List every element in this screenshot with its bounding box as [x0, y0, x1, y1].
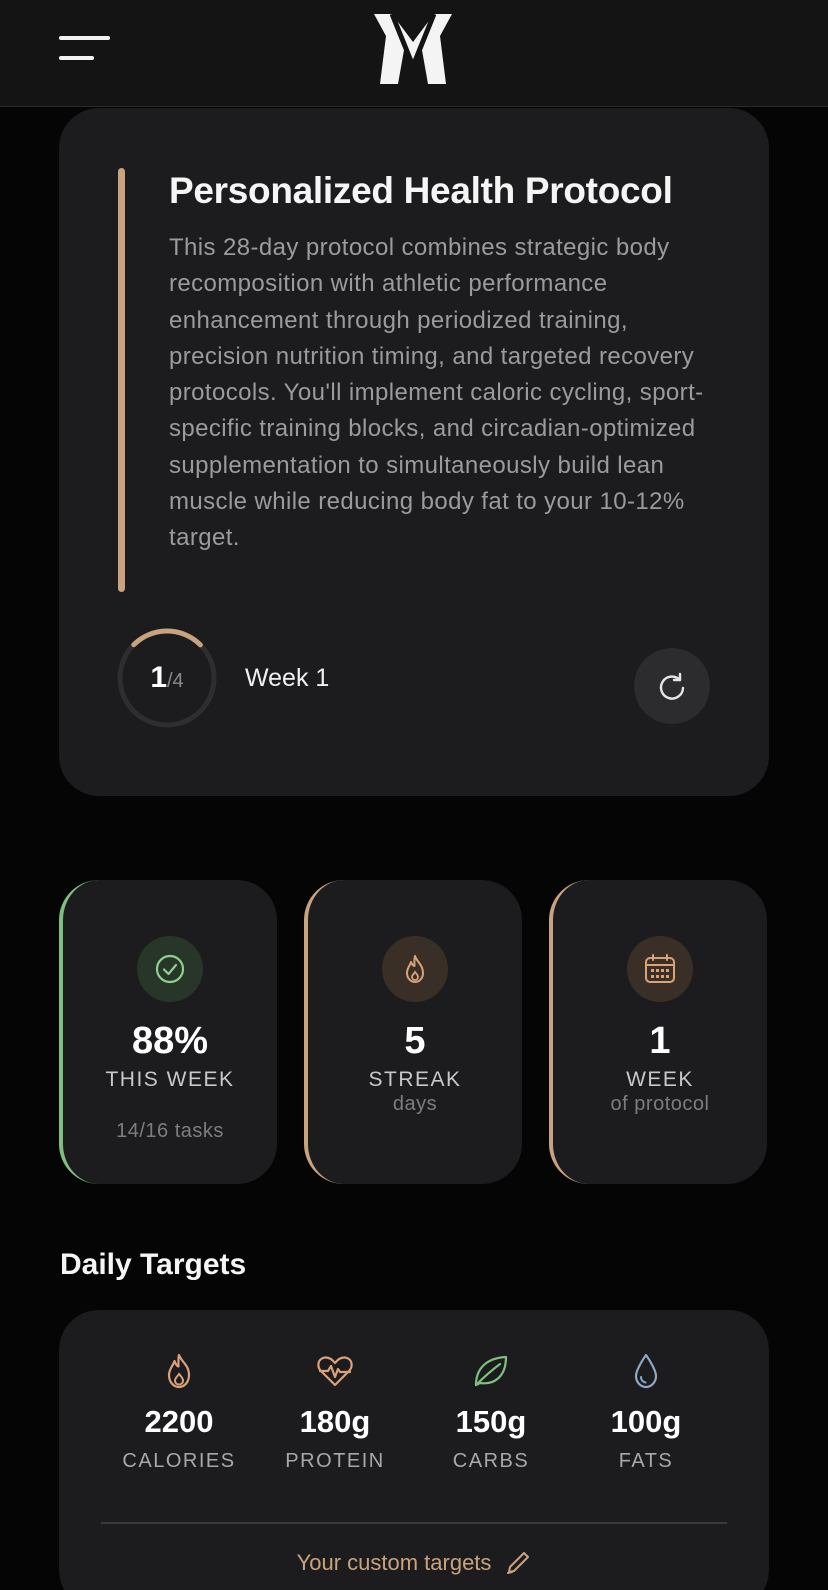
- top-bar: [0, 0, 828, 107]
- leaf-icon: [474, 1355, 508, 1387]
- stat-card-week[interactable]: 1 WEEK of protocol: [549, 880, 767, 1184]
- stat-sub: 14/16 tasks: [116, 1120, 224, 1142]
- daily-targets-card: 2200 CALORIES 180g PROTEIN 150g CARBS 10…: [59, 1310, 769, 1590]
- custom-targets-label: Your custom targets: [296, 1550, 492, 1575]
- week-label: Week 1: [245, 664, 330, 692]
- target-protein: 180g PROTEIN: [260, 1350, 410, 1473]
- brand-logo-icon[interactable]: [370, 10, 456, 88]
- stat-label: WEEK: [626, 1068, 694, 1091]
- stat-label: THIS WEEK: [105, 1068, 235, 1091]
- pencil-icon: [507, 1552, 530, 1574]
- hamburger-menu-icon-bar: [59, 56, 94, 60]
- calendar-icon: [627, 936, 693, 1002]
- target-value: 100g: [610, 1404, 682, 1439]
- target-fats: 100g FATS: [571, 1350, 721, 1473]
- refresh-icon: [659, 672, 685, 700]
- stat-card-this-week[interactable]: 88% THIS WEEK 14/16 tasks: [59, 880, 277, 1184]
- target-label: FATS: [618, 1450, 674, 1472]
- progress-total: /4: [167, 669, 184, 692]
- stat-value: 5: [404, 1020, 426, 1062]
- accent-line: [118, 168, 125, 592]
- target-value: 180g: [299, 1404, 371, 1439]
- custom-targets-link[interactable]: Your custom targets: [59, 1550, 769, 1576]
- divider: [101, 1522, 727, 1524]
- protocol-title: Personalized Health Protocol: [169, 170, 673, 211]
- heart-pulse-icon: [317, 1356, 353, 1387]
- stat-value: 88%: [131, 1020, 209, 1062]
- target-label: CALORIES: [122, 1450, 236, 1472]
- menu-button[interactable]: [52, 26, 114, 70]
- droplet-icon: [634, 1353, 658, 1389]
- target-label: CARBS: [452, 1450, 530, 1472]
- target-carbs: 150g CARBS: [416, 1350, 566, 1473]
- check-circle-icon: [137, 936, 203, 1002]
- progress-current: 1: [150, 661, 167, 694]
- protocol-card: Personalized Health Protocol This 28-day…: [59, 108, 769, 796]
- stat-card-streak[interactable]: 5 STREAK days: [304, 880, 522, 1184]
- target-calories: 2200 CALORIES: [104, 1350, 254, 1473]
- hamburger-menu-icon: [59, 36, 110, 40]
- flame-icon: [382, 936, 448, 1002]
- stat-label: STREAK: [368, 1068, 462, 1091]
- stat-value: 1: [649, 1020, 671, 1062]
- progress-indicator: 1 /4: [115, 626, 219, 730]
- refresh-button[interactable]: [634, 648, 710, 724]
- daily-targets-title: Daily Targets: [60, 1248, 247, 1281]
- stat-sub: of protocol: [610, 1093, 710, 1115]
- target-value: 2200: [144, 1404, 214, 1439]
- flame-icon: [167, 1353, 191, 1389]
- protocol-description: This 28-day protocol combines strategic …: [169, 234, 704, 552]
- stat-sub: days: [392, 1093, 438, 1115]
- target-value: 150g: [455, 1404, 527, 1439]
- target-label: PROTEIN: [285, 1450, 385, 1472]
